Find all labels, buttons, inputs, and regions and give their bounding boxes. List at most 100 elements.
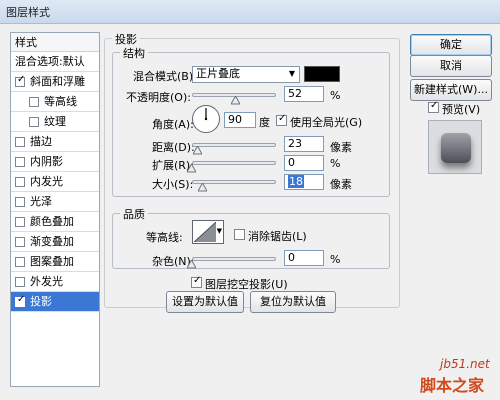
style-list-item-label: 渐变叠加 — [30, 235, 74, 248]
blend-mode-value: 正片叠底 — [196, 67, 240, 80]
size-label: 大小(S): — [152, 178, 194, 191]
style-checkbox[interactable] — [29, 117, 39, 127]
checkmark-icon: ✓ — [278, 113, 287, 124]
style-list-item-label: 颜色叠加 — [30, 215, 74, 228]
style-checkbox[interactable] — [15, 237, 25, 247]
blend-mode-select[interactable]: 正片叠底 ▼ — [192, 66, 300, 83]
chevron-down-icon: ▼ — [288, 69, 295, 78]
spread-unit: % — [330, 157, 341, 170]
angle-label: 角度(A): — [152, 118, 194, 131]
structure-group-title: 结构 — [120, 45, 148, 61]
style-list-item[interactable]: 混合选项:默认 — [11, 52, 99, 72]
style-checkbox[interactable]: ✓ — [15, 294, 26, 307]
noise-slider-track[interactable] — [192, 257, 276, 261]
distance-label: 距离(D): — [152, 141, 195, 154]
style-list-item-label: 投影 — [30, 295, 52, 308]
opacity-slider-thumb[interactable] — [231, 96, 241, 105]
spread-value: 0 — [288, 156, 295, 169]
opacity-value: 52 — [288, 87, 302, 100]
blend-color-swatch[interactable] — [304, 66, 340, 82]
window-title: 图层样式 — [6, 6, 50, 19]
style-checkbox[interactable] — [15, 217, 25, 227]
noise-value: 0 — [288, 251, 295, 264]
distance-slider-thumb[interactable] — [193, 146, 202, 155]
cancel-button[interactable]: 取消 — [410, 55, 492, 77]
style-list-item-label: 内发光 — [30, 175, 63, 188]
style-checkbox[interactable] — [15, 197, 25, 207]
size-unit: 像素 — [330, 178, 352, 191]
style-checkbox[interactable] — [15, 137, 25, 147]
layer-style-dialog: 图层样式 样式 混合选项:默认 ✓ 斜面和浮雕等高线纹理描边内阴影内发光光泽颜色叠加… — [0, 0, 500, 400]
checkmark-icon: ✓ — [17, 294, 26, 305]
contour-label: 等高线: — [146, 231, 183, 244]
reset-default-button[interactable]: 复位为默认值 — [250, 291, 336, 313]
anti-alias-checkbox[interactable] — [234, 229, 245, 240]
style-list-item-label: 纹理 — [44, 115, 66, 128]
style-list-item[interactable]: 内发光 — [11, 172, 99, 192]
checkmark-icon: ✓ — [430, 100, 439, 111]
style-list-item[interactable]: 外发光 — [11, 272, 99, 292]
style-checkbox[interactable]: ✓ — [15, 74, 26, 87]
style-preview-thumbnail — [428, 120, 482, 174]
style-list-header: 样式 — [11, 33, 99, 52]
size-value: 18 — [288, 175, 304, 188]
angle-input[interactable]: 90 — [224, 112, 256, 128]
style-checkbox[interactable] — [15, 157, 25, 167]
noise-unit: % — [330, 253, 341, 266]
style-list-item-label: 图案叠加 — [30, 255, 74, 268]
preview-checkbox[interactable]: ✓ — [428, 100, 439, 113]
style-checkbox[interactable] — [29, 97, 39, 107]
opacity-input[interactable]: 52 — [284, 86, 324, 102]
distance-unit: 像素 — [330, 141, 352, 154]
angle-unit: 度 — [259, 116, 270, 129]
make-default-button[interactable]: 设置为默认值 — [166, 291, 244, 313]
angle-value: 90 — [228, 113, 242, 126]
blend-mode-label: 混合模式(B): — [133, 70, 197, 83]
style-list-item-label: 混合选项:默认 — [15, 55, 85, 68]
style-list-item-label: 描边 — [30, 135, 52, 148]
style-list-item-label: 光泽 — [30, 195, 52, 208]
spread-slider-track[interactable] — [192, 161, 276, 165]
size-input[interactable]: 18 — [284, 174, 324, 190]
new-style-button[interactable]: 新建样式(W)... — [410, 79, 492, 101]
distance-value: 23 — [288, 137, 302, 150]
contour-linear-icon — [194, 222, 216, 242]
spread-slider-thumb[interactable] — [187, 164, 196, 173]
ok-button[interactable]: 确定 — [410, 34, 492, 56]
distance-input[interactable]: 23 — [284, 136, 324, 152]
size-slider-thumb[interactable] — [198, 183, 207, 192]
style-list-item[interactable]: 图案叠加 — [11, 252, 99, 272]
quality-group-title: 品质 — [120, 206, 148, 222]
knockout-checkbox[interactable]: ✓ — [191, 275, 202, 288]
angle-dial[interactable] — [191, 104, 221, 134]
noise-slider-thumb[interactable] — [187, 260, 196, 269]
style-checkbox[interactable] — [15, 257, 25, 267]
style-list-item[interactable]: 渐变叠加 — [11, 232, 99, 252]
style-list: 样式 混合选项:默认 ✓ 斜面和浮雕等高线纹理描边内阴影内发光光泽颜色叠加渐变叠加图… — [10, 32, 100, 387]
style-list-item[interactable]: ✓ 斜面和浮雕 — [11, 72, 99, 92]
style-list-item[interactable]: 描边 — [11, 132, 99, 152]
global-light-label: 使用全局光(G) — [290, 116, 363, 129]
style-list-item[interactable]: 光泽 — [11, 192, 99, 212]
checkmark-icon: ✓ — [193, 275, 202, 286]
noise-input[interactable]: 0 — [284, 250, 324, 266]
spread-input[interactable]: 0 — [284, 155, 324, 171]
contour-picker[interactable]: ▼ — [192, 220, 224, 244]
style-checkbox[interactable] — [15, 277, 25, 287]
title-bar[interactable]: 图层样式 — [0, 0, 500, 24]
preview-label: 预览(V) — [442, 103, 481, 116]
style-list-item[interactable]: ✓ 投影 — [11, 292, 99, 312]
style-list-item-label: 外发光 — [30, 275, 63, 288]
global-light-checkbox[interactable]: ✓ — [276, 113, 287, 126]
style-list-item[interactable]: 颜色叠加 — [11, 212, 99, 232]
watermark-brand: 脚本之家 — [420, 376, 485, 395]
style-list-item-label: 内阴影 — [30, 155, 63, 168]
style-list-item[interactable]: 纹理 — [11, 112, 99, 132]
style-checkbox[interactable] — [15, 177, 25, 187]
knockout-label: 图层挖空投影(U) — [205, 278, 288, 291]
distance-slider-track[interactable] — [192, 143, 276, 147]
checkmark-icon: ✓ — [17, 74, 26, 85]
style-list-item[interactable]: 等高线 — [11, 92, 99, 112]
style-list-item[interactable]: 内阴影 — [11, 152, 99, 172]
style-list-item-label: 等高线 — [44, 95, 77, 108]
